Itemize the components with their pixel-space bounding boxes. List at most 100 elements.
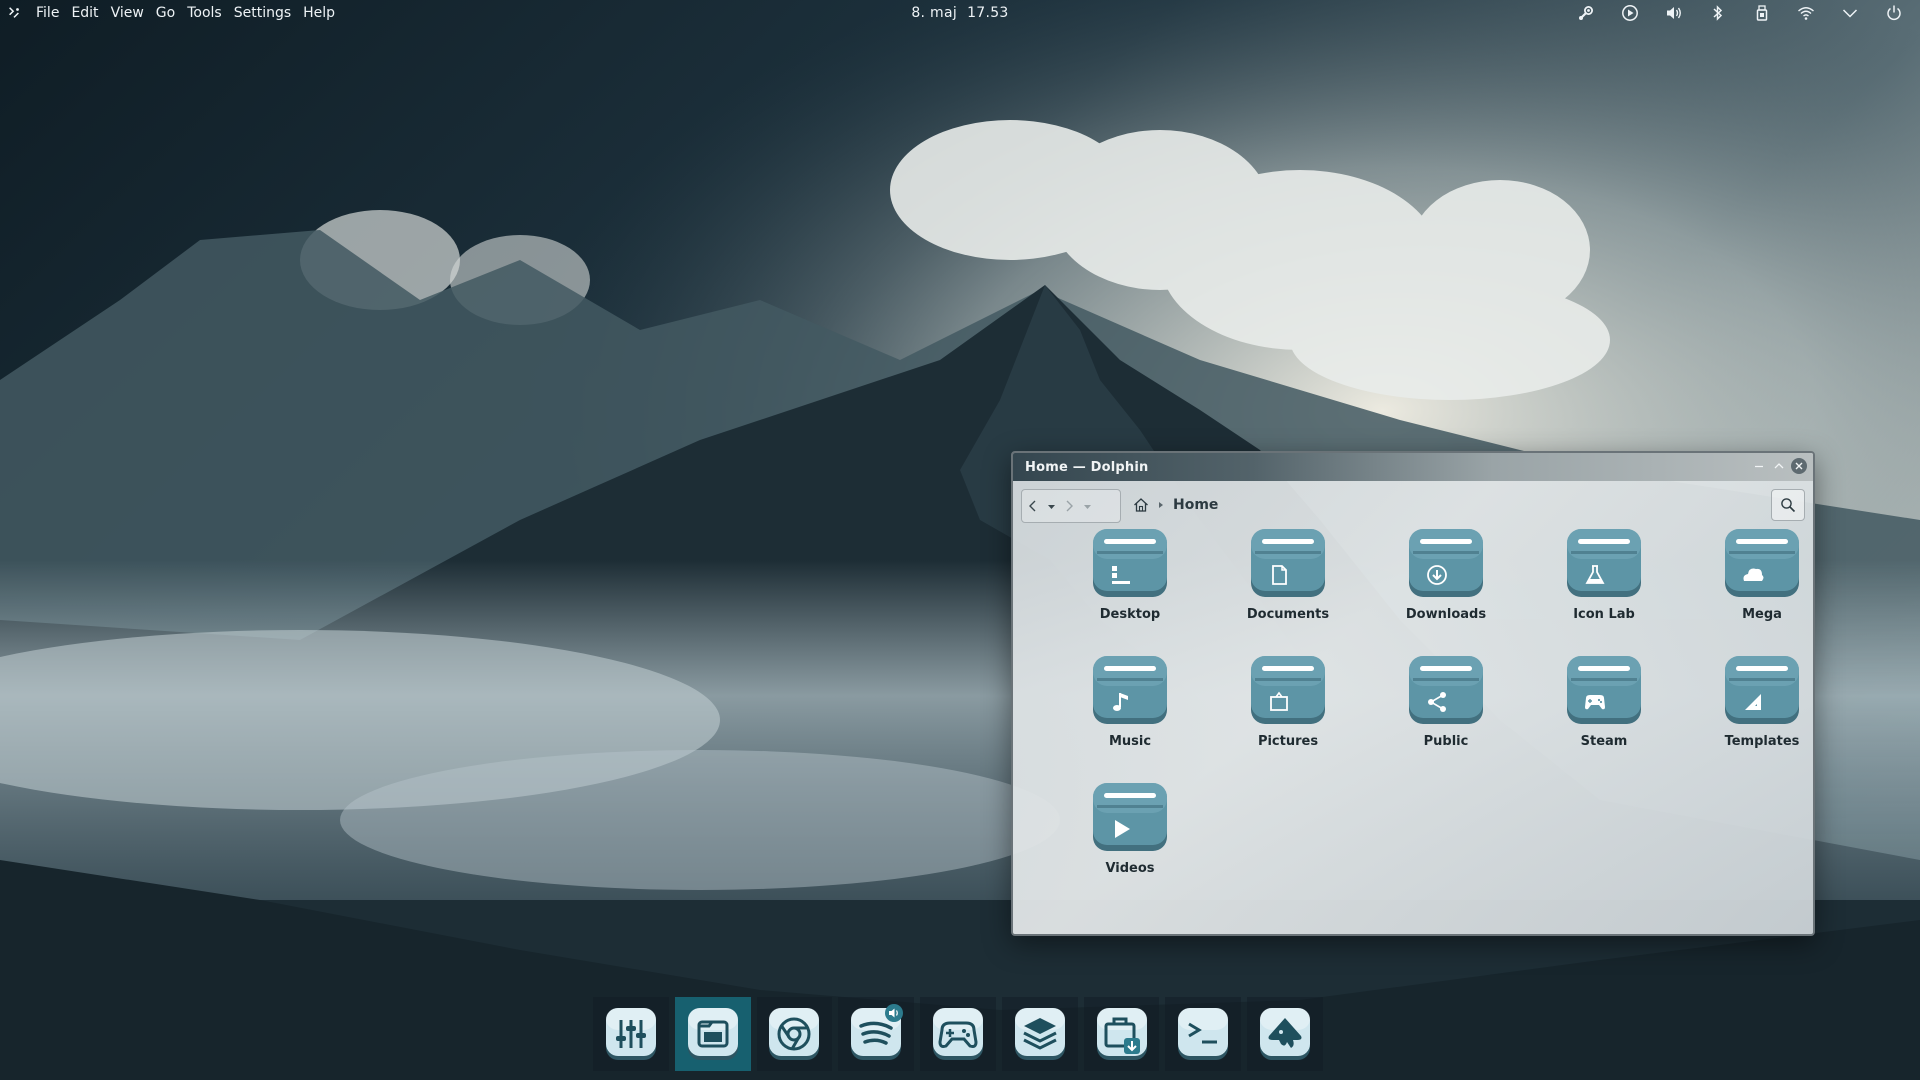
back-history-button[interactable]	[1044, 492, 1058, 520]
menu-settings[interactable]: Settings	[228, 0, 297, 26]
window-controls	[1747, 458, 1807, 474]
close-button[interactable]	[1791, 458, 1807, 474]
steam-icon[interactable]	[1574, 1, 1598, 25]
folder-icon	[1409, 656, 1483, 724]
window-titlebar[interactable]: Home — Dolphin	[1013, 453, 1813, 481]
breadcrumb: Home	[1133, 489, 1218, 521]
system-tray	[1564, 0, 1916, 26]
folder-item[interactable]: Pictures	[1233, 652, 1343, 762]
gamepad-icon	[933, 1008, 984, 1060]
search-button[interactable]	[1771, 489, 1805, 521]
caret-down-icon	[1047, 504, 1055, 509]
folder-icon	[1251, 529, 1325, 597]
dock-item-file-manager[interactable]	[674, 997, 751, 1071]
maximize-button[interactable]	[1771, 458, 1787, 474]
menu-view[interactable]: View	[105, 0, 150, 26]
caret-down-icon	[1083, 504, 1091, 509]
chevron-right-icon	[1066, 500, 1073, 512]
search-icon	[1781, 498, 1796, 513]
dock-item-layers[interactable]	[1001, 997, 1078, 1071]
folder-label: Documents	[1246, 607, 1330, 622]
folder-icon	[1567, 529, 1641, 597]
clock[interactable]: 8. maj 17.53	[911, 0, 1008, 26]
folder-item[interactable]: Music	[1075, 652, 1185, 762]
folder-label: Videos	[1105, 861, 1155, 876]
chevron-up-icon	[1774, 463, 1784, 469]
minimize-icon	[1755, 465, 1763, 468]
minimize-button[interactable]	[1751, 458, 1767, 474]
volume-badge-icon	[885, 1004, 904, 1022]
back-button[interactable]	[1022, 492, 1044, 520]
volume-icon[interactable]	[1662, 1, 1686, 25]
folder-item[interactable]: Documents	[1233, 525, 1343, 635]
folder-item[interactable]: Mega	[1707, 525, 1813, 635]
terminal-icon	[1178, 1008, 1229, 1060]
breadcrumb-separator-icon	[1149, 501, 1173, 509]
folder-label: Public	[1423, 734, 1469, 749]
chevron-down-icon[interactable]	[1838, 1, 1862, 25]
dock-item-mixer[interactable]	[593, 997, 669, 1071]
folder-item[interactable]: Videos	[1075, 779, 1185, 889]
dock-item-gamepad[interactable]	[920, 997, 996, 1071]
dock	[593, 997, 1329, 1071]
dolphin-window: Home — Dolphin Home Desktop Documents Do…	[1011, 451, 1815, 936]
folder-label: Icon Lab	[1573, 607, 1635, 622]
folder-icon	[1725, 656, 1799, 724]
folder-item[interactable]: Templates	[1707, 652, 1813, 762]
close-icon	[1795, 462, 1803, 470]
breadcrumb-home[interactable]: Home	[1173, 497, 1218, 513]
folder-item[interactable]: Public	[1391, 652, 1501, 762]
power-icon[interactable]	[1882, 1, 1906, 25]
folder-item[interactable]: Steam	[1549, 652, 1659, 762]
folder-label: Desktop	[1099, 607, 1161, 622]
dock-item-chrome[interactable]	[756, 997, 833, 1071]
folder-label: Templates	[1724, 734, 1800, 749]
media-play-icon[interactable]	[1618, 1, 1642, 25]
layers-icon	[1014, 1008, 1065, 1060]
mixer-icon	[605, 1008, 656, 1060]
navigation-buttons	[1021, 489, 1121, 523]
dock-item-package-install[interactable]	[1083, 997, 1160, 1071]
folder-icon	[1409, 529, 1483, 597]
folder-icon	[1251, 656, 1325, 724]
window-title: Home — Dolphin	[1025, 459, 1149, 475]
bluetooth-icon[interactable]	[1706, 1, 1730, 25]
folder-grid: Desktop Documents Downloads Icon Lab Meg…	[1013, 525, 1813, 934]
forward-button[interactable]	[1058, 492, 1080, 520]
inkscape-icon	[1260, 1008, 1311, 1060]
menu-edit[interactable]: Edit	[65, 0, 104, 26]
folder-label: Mega	[1742, 607, 1782, 622]
folder-label: Downloads	[1405, 607, 1487, 622]
dolphin-toolbar: Home	[1013, 481, 1813, 525]
kde-logo-icon[interactable]	[6, 5, 22, 21]
dock-item-terminal[interactable]	[1165, 997, 1242, 1071]
usb-drive-icon[interactable]	[1750, 1, 1774, 25]
clock-time: 17.53	[967, 5, 1009, 21]
forward-history-button[interactable]	[1080, 492, 1094, 520]
folder-label: Music	[1108, 734, 1152, 749]
folder-label: Pictures	[1257, 734, 1319, 749]
top-panel: File Edit View Go Tools Settings Help 8.…	[0, 0, 1920, 26]
chevron-left-icon	[1029, 500, 1036, 512]
dock-item-spotify[interactable]	[838, 997, 915, 1071]
folder-icon	[1093, 656, 1167, 724]
home-icon[interactable]	[1133, 497, 1149, 513]
menu-tools[interactable]: Tools	[181, 0, 228, 26]
dock-item-inkscape[interactable]	[1247, 997, 1324, 1071]
folder-icon	[1725, 529, 1799, 597]
wifi-icon[interactable]	[1794, 1, 1818, 25]
clock-date: 8. maj	[911, 5, 958, 21]
folder-item[interactable]: Icon Lab	[1549, 525, 1659, 635]
menu-file[interactable]: File	[30, 0, 65, 26]
folder-icon	[1093, 529, 1167, 597]
menu-go[interactable]: Go	[150, 0, 181, 26]
folder-item[interactable]: Downloads	[1391, 525, 1501, 635]
package-install-icon	[1096, 1008, 1147, 1060]
file-manager-icon	[687, 1008, 738, 1060]
menu-help[interactable]: Help	[297, 0, 341, 26]
chrome-icon	[769, 1008, 820, 1060]
folder-icon	[1093, 783, 1167, 851]
folder-item[interactable]: Desktop	[1075, 525, 1185, 635]
folder-label: Steam	[1580, 734, 1628, 749]
folder-icon	[1567, 656, 1641, 724]
